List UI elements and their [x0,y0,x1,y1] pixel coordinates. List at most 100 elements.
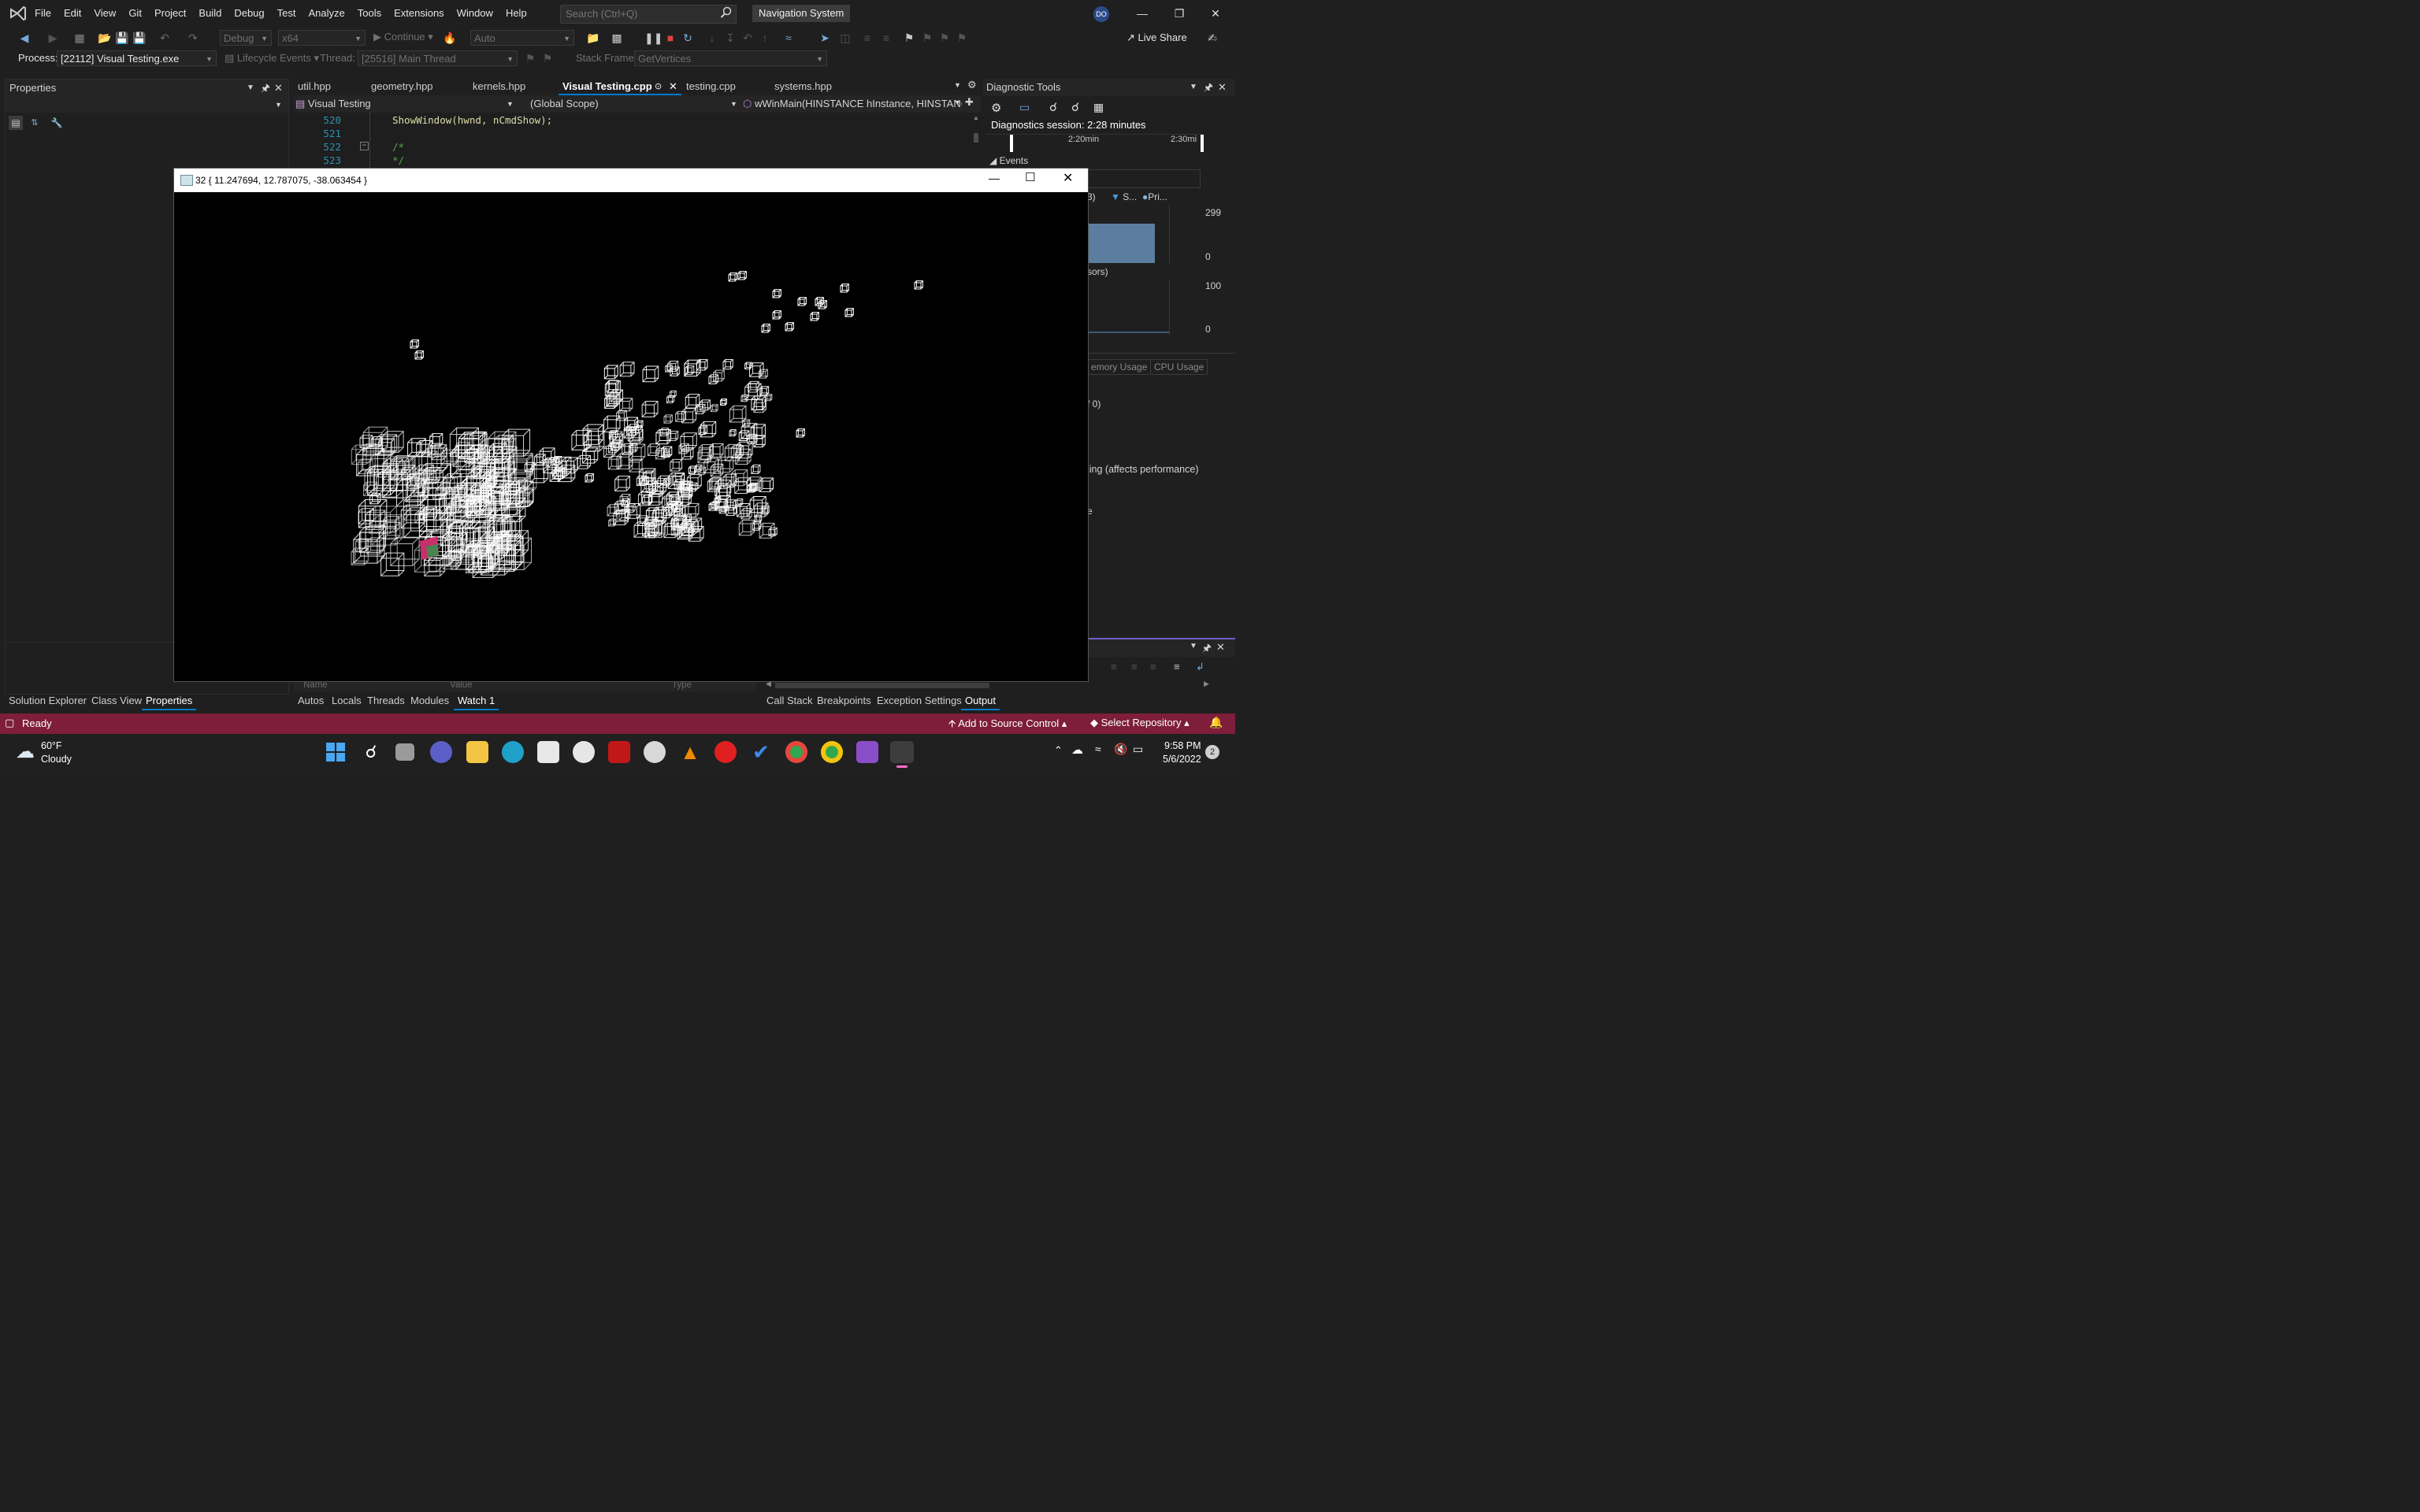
tab-memory-usage[interactable]: emory Usage [1087,359,1152,375]
tab-properties[interactable]: Properties [142,693,197,710]
comment-icon[interactable]: ≡ [860,31,874,45]
onedrive-icon[interactable]: ☁ [1071,743,1083,757]
property-pages-icon[interactable]: 🔧 [50,116,64,130]
feedback-icon[interactable]: ✍ [1205,31,1219,45]
find-icon[interactable]: ≡ [1111,661,1117,673]
pin-icon[interactable]: 🖈 [261,80,270,97]
column-icon[interactable]: ◫ [838,31,852,45]
visual-studio-icon[interactable] [856,741,878,763]
pin-icon[interactable]: 🖈 [1204,79,1213,96]
show-threads-icon[interactable]: ≈ [781,31,796,45]
solution-name[interactable]: Navigation System [752,5,851,22]
menu-tools[interactable]: Tools [351,0,388,27]
menu-window[interactable]: Window [451,0,499,27]
search-box[interactable] [560,5,737,24]
menu-help[interactable]: Help [499,0,533,27]
close-icon[interactable]: ✕ [669,78,677,95]
notification-badge[interactable]: 2 [1205,745,1219,759]
save-icon[interactable]: 💾 [115,31,129,45]
tab-output[interactable]: Output [961,693,1000,710]
save-all-icon[interactable]: 💾 [132,31,147,45]
chrome-icon[interactable] [785,741,807,763]
project-select[interactable]: ▤ Visual Testing ▼ [295,96,514,112]
chevron-up-icon[interactable]: ⌃ [1054,744,1063,757]
open-folder-icon[interactable]: 📂 [98,31,112,45]
output-scrollbar[interactable]: ◀ ▶ [763,680,1213,691]
file-explorer-icon[interactable] [466,741,488,763]
step-back-icon[interactable]: ↶ [740,31,755,45]
continue-button[interactable]: ▶ Continue ▾ [373,29,433,45]
todo-icon[interactable]: ✔ [750,741,772,763]
search-icon[interactable]: ☌ [360,741,382,763]
tab-watch-1[interactable]: Watch 1 [454,693,499,710]
debug-target-select[interactable]: Auto ▼ [470,30,574,46]
task-view-icon[interactable] [395,743,414,761]
undo-icon[interactable]: ↶ [158,31,172,45]
search-icon[interactable] [720,6,733,19]
weather-condition[interactable]: Cloudy [41,754,72,765]
mcafee-icon[interactable] [608,741,630,763]
menu-file[interactable]: File [28,0,58,27]
pause-icon[interactable]: ❚❚ [644,31,663,45]
lifecycle-events-button[interactable]: ▤ Lifecycle Events ▾ [225,50,319,66]
configuration-select[interactable]: Debug ▼ [220,30,272,46]
hot-reload-icon[interactable]: 🔥 [443,31,457,45]
minimize-button[interactable]: — [989,172,1000,184]
redo-icon[interactable]: ↷ [186,31,200,45]
menu-analyze[interactable]: Analyze [302,0,351,27]
zoom-in-icon[interactable]: ☌ [1049,100,1057,114]
thread-select[interactable]: [25516] Main Thread ▼ [358,50,518,66]
source-control-button[interactable]: 🡩 Add to Source Control ▴ [948,717,1067,734]
chrome-profile-icon[interactable] [821,741,843,763]
tab-visual-testing-cpp[interactable]: Visual Testing.cpp ⊙ ✕ [559,78,681,95]
events-section[interactable]: ◢ Events [989,155,1028,166]
weather-cloud-icon[interactable]: ☁ [16,740,35,763]
browse-folder-icon[interactable]: 📁 [586,31,600,45]
tab-modules[interactable]: Modules [406,693,453,709]
step-into-icon[interactable]: ↓ [705,31,719,45]
tab-testing-cpp[interactable]: testing.cpp [682,78,767,95]
vlc-icon[interactable]: ▲ [679,741,701,763]
start-icon[interactable] [325,741,347,763]
close-icon[interactable]: ✕ [274,80,283,97]
close-button[interactable]: ✕ [1063,170,1073,186]
live-share-button[interactable]: ↗ Live Share [1126,30,1187,46]
next-message-icon[interactable]: ≡ [1150,661,1156,673]
maximize-button[interactable]: ❐ [1161,3,1197,24]
menu-test[interactable]: Test [271,0,302,27]
word-wrap-icon[interactable]: ↲ [1196,661,1204,673]
tab-util-hpp[interactable]: util.hpp [294,78,363,95]
edge-icon[interactable] [502,741,524,763]
code-editor[interactable]: 520 ShowWindow(hwnd, nCmdShow); 521 522 … [294,113,971,169]
close-icon[interactable]: ✕ [1216,641,1225,654]
split-icon[interactable]: ✚ [965,96,974,109]
prev-bookmark-icon[interactable]: ⚑ [920,31,934,45]
tab-solution-explorer[interactable]: Solution Explorer [5,693,91,709]
tab-systems-hpp[interactable]: systems.hpp [770,78,862,95]
prev-message-icon[interactable]: ≡ [1131,661,1138,673]
render-window[interactable]: 32 { 11.247694, 12.787075, -38.063454 } … [173,168,1089,682]
tab-class-view[interactable]: Class View [87,693,146,709]
back-icon[interactable]: ◀ [17,31,32,45]
process-select[interactable]: [22112] Visual Testing.exe ▼ [57,50,217,66]
tab-locals[interactable]: Locals [328,693,366,709]
next-bookmark-icon[interactable]: ⚑ [937,31,952,45]
clock-time[interactable]: 9:58 PM [1164,740,1201,751]
settings-icon[interactable]: ⚙ [991,101,1001,115]
minimize-button[interactable]: — [1124,3,1160,24]
step-out-icon[interactable]: ↑ [758,31,772,45]
menu-debug[interactable]: Debug [228,0,270,27]
tab-kernels-hpp[interactable]: kernels.hpp [469,78,555,95]
avatar[interactable]: DO [1093,6,1109,22]
window-layout-icon[interactable]: ▩ [610,31,624,45]
tab-call-stack[interactable]: Call Stack [763,693,817,709]
member-select[interactable]: ⬡ wWinMain(HINSTANCE hInstance, HINSTANC [743,96,962,112]
stop-icon[interactable]: ■ [663,31,677,45]
search-input[interactable] [561,6,720,22]
wifi-icon[interactable]: ≈ [1095,743,1101,755]
zoom-out-icon[interactable]: ☌ [1071,100,1079,114]
maximize-button[interactable]: ☐ [1025,170,1035,184]
clock-app-icon[interactable] [644,741,666,763]
chevron-down-icon[interactable]: ▼ [247,80,254,97]
bookmark-icon[interactable]: ⚑ [902,31,916,45]
